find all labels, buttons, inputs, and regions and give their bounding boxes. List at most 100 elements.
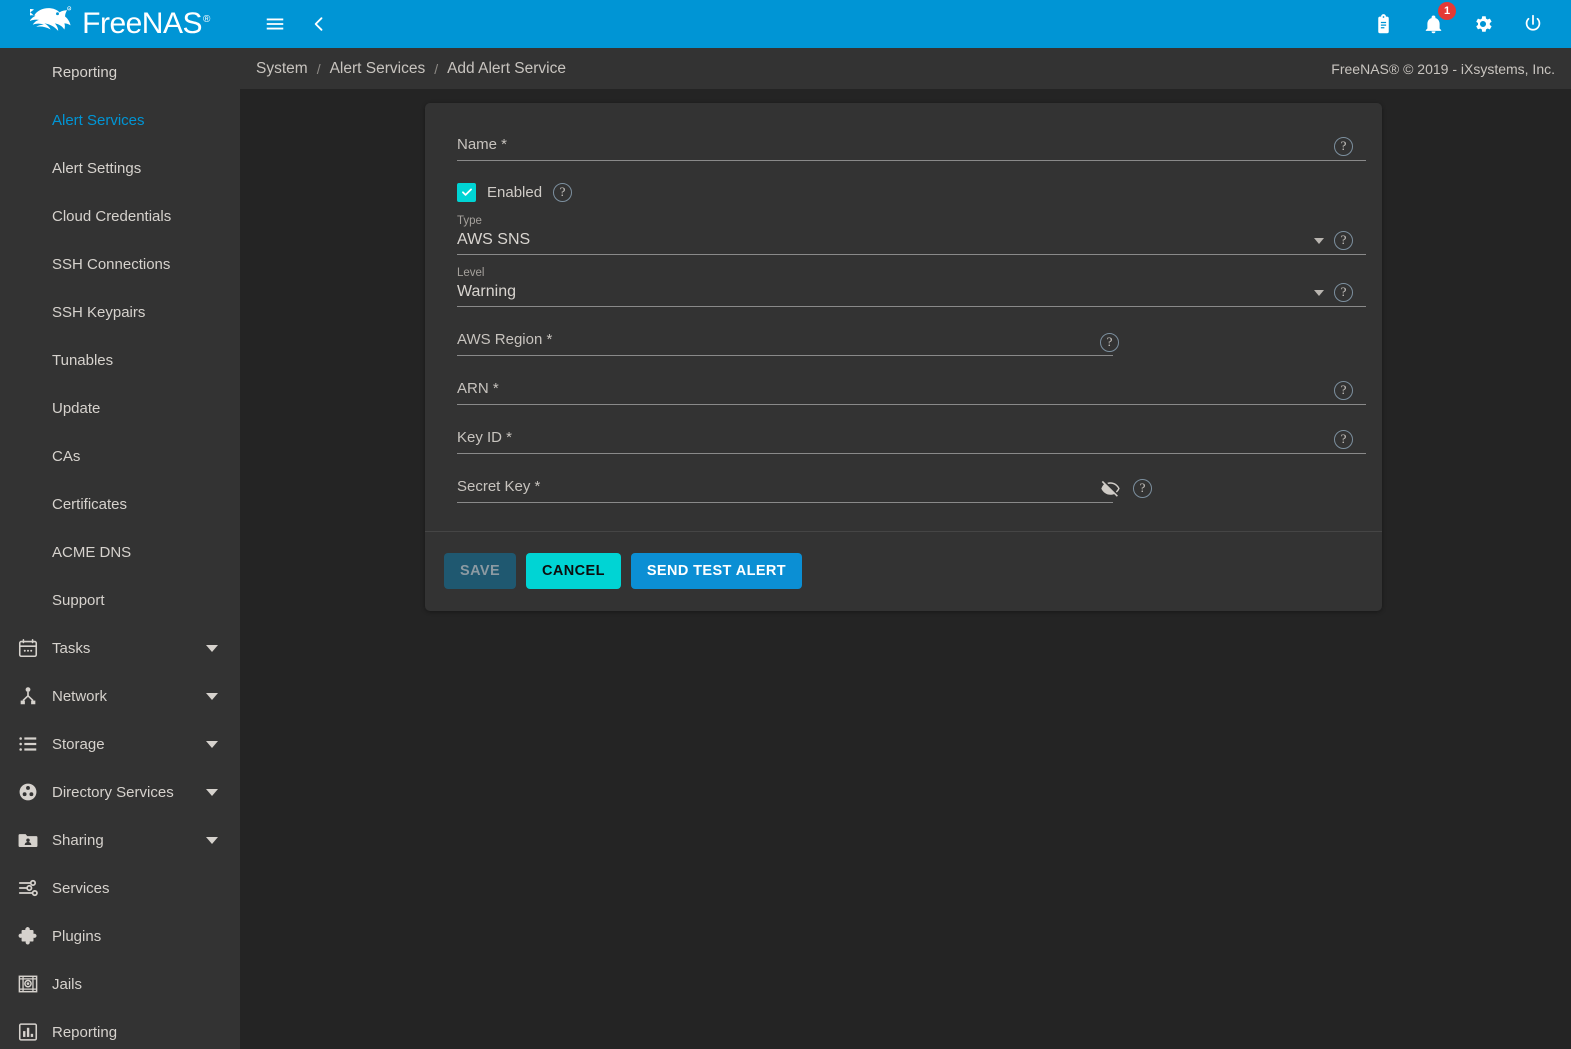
sidebar-item-sharing[interactable]: Sharing [0, 816, 240, 864]
chevron-left-icon[interactable] [305, 10, 333, 38]
breadcrumb-item-alert-services[interactable]: Alert Services [330, 60, 426, 78]
sidebar-item-label: Alert Settings [52, 159, 142, 177]
key-id-field-underline [457, 453, 1366, 454]
sidebar-item-tunables[interactable]: Tunables [0, 336, 240, 384]
sidebar-item-list: Reporting Alert Services Alert Settings Clo… [0, 48, 240, 1049]
chevron-down-icon[interactable] [206, 837, 218, 844]
breadcrumb-bar: System / Alert Services / Add Alert Serv… [240, 48, 1571, 89]
notification-count-badge: 1 [1438, 2, 1456, 20]
sidebar-item-label: ACME DNS [52, 543, 132, 561]
sidebar-item-cas[interactable]: CAs [0, 432, 240, 480]
top-app-bar: R FreeNAS® 1 [0, 0, 1571, 48]
secret-key-field-underline [457, 502, 1113, 503]
secret-key-field-label: Secret Key * [457, 478, 541, 495]
brand-trademark: ® [203, 14, 210, 25]
jail-icon [14, 970, 42, 998]
arn-help-icon[interactable]: ? [1334, 381, 1353, 400]
name-help-icon[interactable]: ? [1334, 137, 1353, 156]
form-fields: Name * ? Enabled ? Type AWS SNS ? Level … [425, 103, 1382, 521]
sidebar-item-label: Services [52, 879, 110, 897]
breadcrumb: System / Alert Services / Add Alert Serv… [256, 60, 566, 78]
breadcrumb-separator: / [316, 60, 321, 77]
field-key-id[interactable]: Key ID * ? [441, 415, 1366, 464]
sidebar-item-reporting[interactable]: Reporting [0, 48, 240, 96]
field-enabled[interactable]: Enabled ? [441, 171, 1366, 213]
sidebar-item-reporting[interactable]: Reporting [0, 1008, 240, 1049]
sidebar-item-plugins[interactable]: Plugins [0, 912, 240, 960]
field-name[interactable]: Name * ? [441, 123, 1366, 171]
key-id-help-icon[interactable]: ? [1334, 430, 1353, 449]
sidebar-item-services[interactable]: Services [0, 864, 240, 912]
network-icon [14, 682, 42, 710]
sidebar-item-label: Directory Services [52, 783, 174, 801]
type-help-icon[interactable]: ? [1334, 231, 1353, 250]
name-field-underline [457, 160, 1366, 161]
field-type[interactable]: Type AWS SNS ? [441, 213, 1366, 265]
calendar-icon [14, 634, 42, 662]
add-alert-service-form-card: Name * ? Enabled ? Type AWS SNS ? Level … [425, 103, 1382, 611]
form-actions: SAVE CANCEL SEND TEST ALERT [425, 532, 1382, 611]
sidebar-item-label: Certificates [52, 495, 128, 513]
sidebar-item-acme-dns[interactable]: ACME DNS [0, 528, 240, 576]
field-arn[interactable]: ARN * ? [441, 366, 1366, 415]
sidebar-item-network[interactable]: Network [0, 672, 240, 720]
level-field-value: Warning [457, 283, 516, 300]
chevron-down-icon[interactable] [206, 741, 218, 748]
puzzle-icon [14, 922, 42, 950]
arn-field-label: ARN * [457, 380, 499, 397]
send-test-alert-button[interactable]: SEND TEST ALERT [630, 553, 803, 589]
chevron-down-icon[interactable] [206, 693, 218, 700]
type-field-value: AWS SNS [457, 231, 531, 248]
sidebar-item-cloud-credentials[interactable]: Cloud Credentials [0, 192, 240, 240]
type-dropdown-chevron-down-icon[interactable] [1314, 238, 1324, 244]
sidebar-item-directory-services[interactable]: Directory Services [0, 768, 240, 816]
sidebar-item-storage[interactable]: Storage [0, 720, 240, 768]
field-secret-key[interactable]: Secret Key * ? [441, 464, 1366, 513]
breadcrumb-item-system[interactable]: System [256, 60, 308, 78]
level-help-icon[interactable]: ? [1334, 283, 1353, 302]
sidebar-item-ssh-connections[interactable]: SSH Connections [0, 240, 240, 288]
chevron-down-icon[interactable] [206, 645, 218, 652]
storage-list-icon [14, 730, 42, 758]
sidebar-item-label: CAs [52, 447, 81, 465]
power-icon[interactable] [1519, 10, 1547, 38]
sidebar-item-label: Sharing [52, 831, 104, 849]
breadcrumb-item-add-alert-service: Add Alert Service [447, 59, 566, 77]
sidebar-item-alert-settings[interactable]: Alert Settings [0, 144, 240, 192]
sidebar-item-label: Cloud Credentials [52, 207, 172, 225]
sidebar-item-update[interactable]: Update [0, 384, 240, 432]
sidebar-item-label: Alert Services [52, 111, 145, 129]
chevron-down-icon[interactable] [206, 789, 218, 796]
sidebar-item-support[interactable]: Support [0, 576, 240, 624]
field-level[interactable]: Level Warning ? [441, 265, 1366, 317]
sidebar-item-label: Reporting [52, 63, 118, 81]
sidebar-item-label: Tasks [52, 639, 91, 657]
copyright-text: FreeNAS® © 2019 - iXsystems, Inc. [1331, 60, 1555, 77]
level-dropdown-chevron-down-icon[interactable] [1314, 290, 1324, 296]
gear-icon[interactable] [1469, 10, 1497, 38]
sidebar-item-certificates[interactable]: Certificates [0, 480, 240, 528]
sidebar-item-jails[interactable]: Jails [0, 960, 240, 1008]
enabled-checkbox[interactable] [457, 182, 476, 202]
main-content: Name * ? Enabled ? Type AWS SNS ? Level … [240, 89, 1571, 1049]
sidebar-item-ssh-keypairs[interactable]: SSH Keypairs [0, 288, 240, 336]
level-field-underline [457, 306, 1366, 307]
save-button[interactable]: SAVE [444, 553, 517, 589]
enabled-help-icon[interactable]: ? [553, 182, 573, 202]
bell-icon[interactable]: 1 [1419, 2, 1456, 38]
aws-region-help-icon[interactable]: ? [1100, 333, 1119, 352]
key-id-field-label: Key ID * [457, 429, 513, 446]
sidebar-item-tasks[interactable]: Tasks [0, 624, 240, 672]
clipboard-icon[interactable] [1369, 10, 1397, 38]
sidebar-item-label: Update [52, 399, 101, 417]
cancel-button[interactable]: CANCEL [526, 553, 621, 589]
field-aws-region[interactable]: AWS Region * ? [441, 317, 1366, 366]
sidebar-item-label: Network [52, 687, 108, 705]
secret-key-help-icon[interactable]: ? [1133, 479, 1152, 498]
brand-logo-area[interactable]: R FreeNAS® [0, 0, 240, 48]
hamburger-menu-icon[interactable] [261, 10, 289, 38]
sidebar-item-alert-services[interactable]: Alert Services [0, 96, 240, 144]
type-field-label: Type [457, 215, 482, 227]
eye-off-icon[interactable] [1100, 478, 1121, 504]
aws-region-field-underline [457, 355, 1113, 356]
